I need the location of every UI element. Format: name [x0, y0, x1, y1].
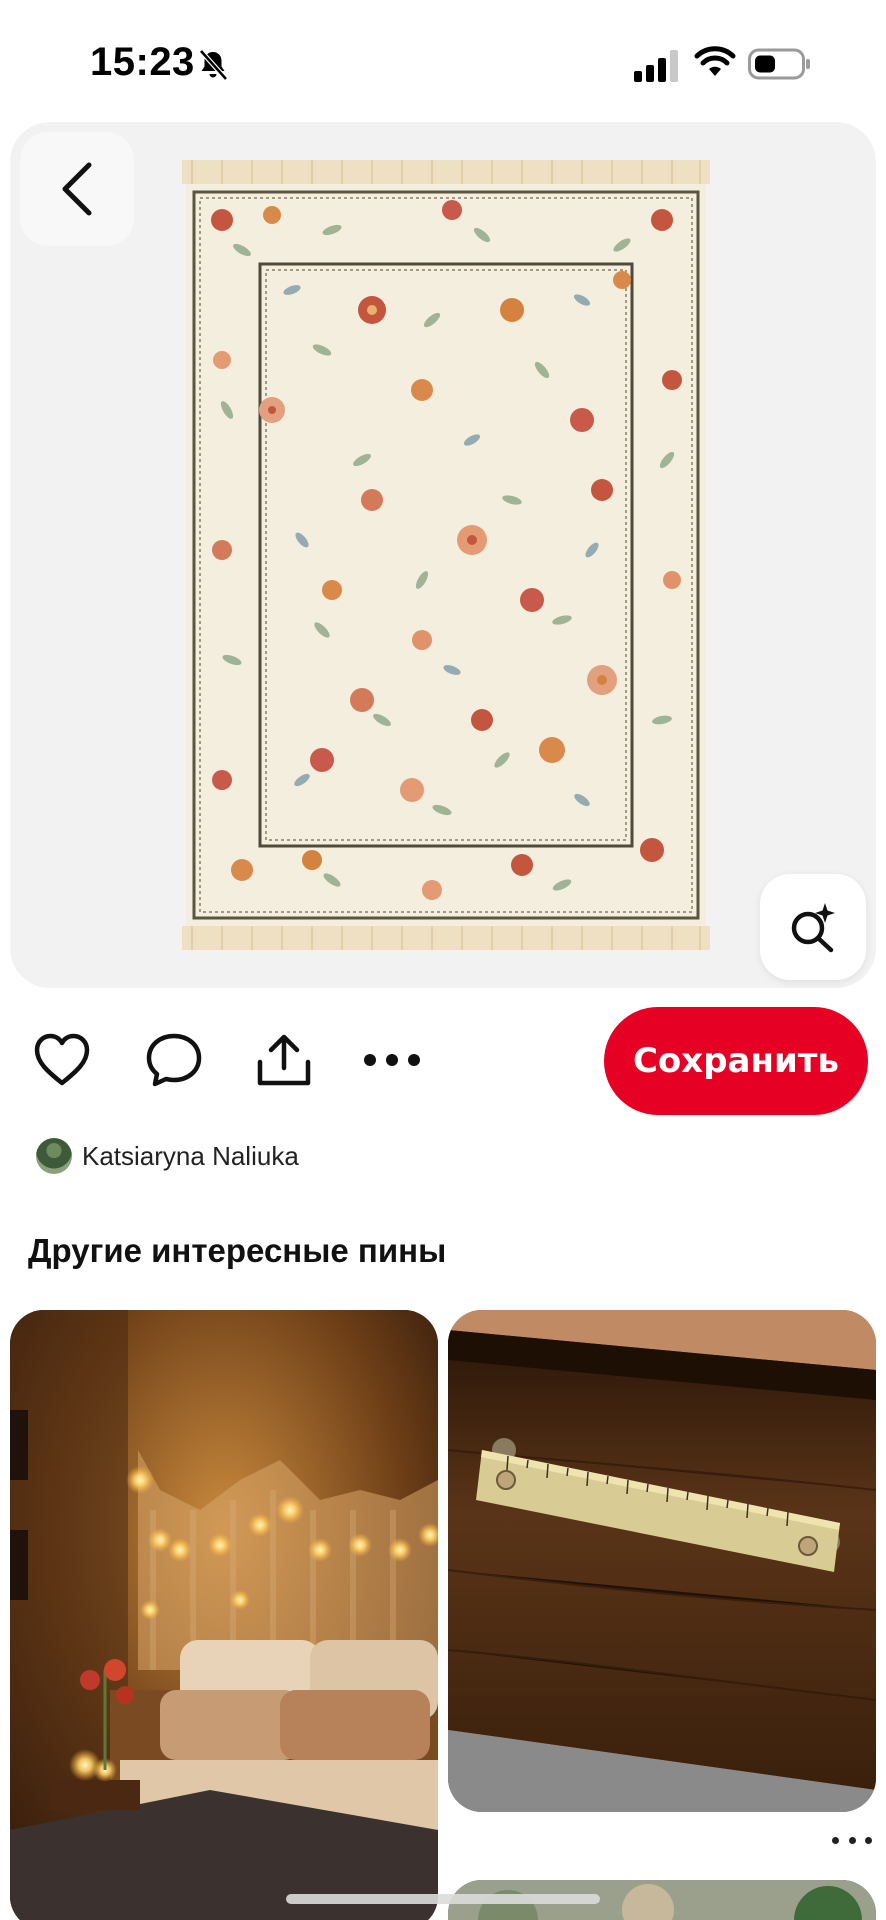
- more-horizontal-icon: [832, 1836, 839, 1844]
- avatar[interactable]: [36, 1138, 72, 1174]
- pin-card[interactable]: [448, 1310, 876, 1812]
- visual-search-sparkle-icon: [791, 903, 835, 953]
- visual-search-button[interactable]: [760, 874, 866, 980]
- comment-icon: [146, 1033, 202, 1087]
- cellular-signal-icon: [634, 50, 678, 82]
- ruler-drawer-handle-image: [448, 1310, 876, 1812]
- pin-actions-row: Сохранить: [0, 1000, 886, 1120]
- author-name[interactable]: Katsiaryna Naliuka: [82, 1141, 299, 1172]
- like-button[interactable]: [32, 1030, 92, 1090]
- bedroom-string-lights-image: [10, 1310, 438, 1920]
- status-time: 15:23: [90, 40, 195, 84]
- comment-button[interactable]: [144, 1030, 204, 1090]
- pin-author[interactable]: Katsiaryna Naliuka: [36, 1136, 299, 1176]
- pin-card[interactable]: [10, 1310, 438, 1920]
- share-icon: [257, 1034, 311, 1086]
- pin-more-button[interactable]: [832, 1828, 872, 1852]
- more-pins-title: Другие интересные пины: [28, 1232, 447, 1269]
- bell-off-icon: [199, 49, 228, 81]
- status-bar: 15:23: [0, 0, 886, 120]
- pin-image-card[interactable]: [10, 122, 876, 988]
- floral-rug-image: [182, 160, 710, 950]
- more-options-button[interactable]: [362, 1030, 422, 1090]
- back-button[interactable]: [20, 132, 134, 246]
- heart-icon: [34, 1033, 90, 1086]
- pin-detail-screen: 15:23 Сохранить Katsiaryna Naliuka Други…: [0, 0, 886, 1920]
- share-button[interactable]: [254, 1030, 314, 1090]
- wifi-icon: [694, 46, 736, 76]
- battery-icon: [748, 48, 810, 80]
- home-indicator[interactable]: [286, 1894, 600, 1904]
- more-icon: [364, 1054, 420, 1066]
- save-button[interactable]: Сохранить: [604, 1007, 868, 1115]
- chevron-left-icon: [62, 162, 92, 216]
